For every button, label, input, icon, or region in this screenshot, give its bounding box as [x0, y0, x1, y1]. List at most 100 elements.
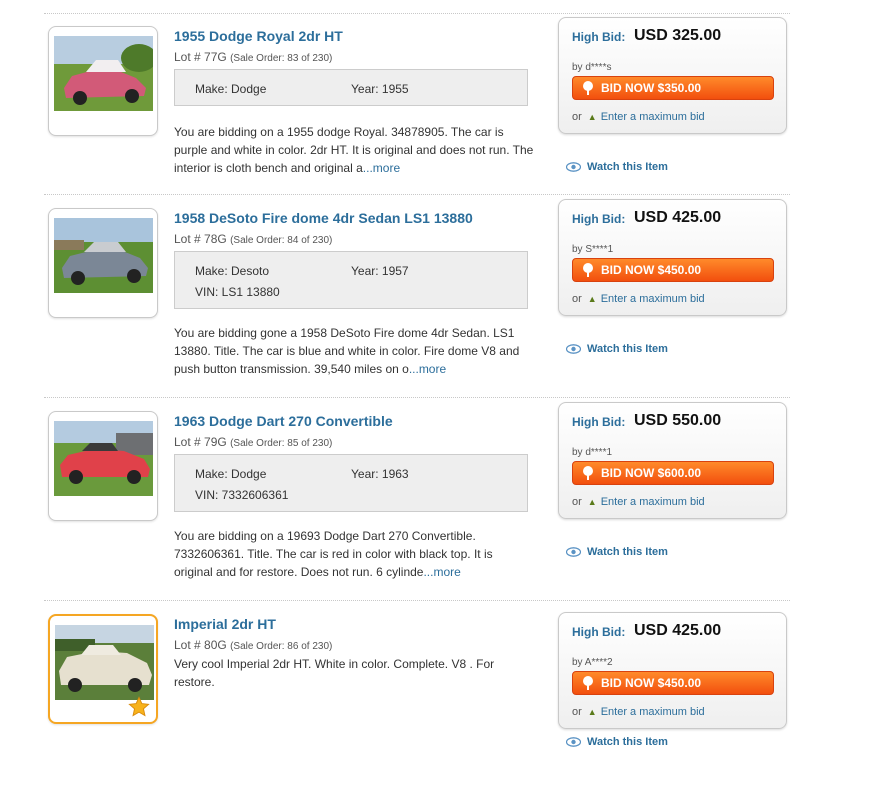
spec-box: Make: Dodge Year: 1963 VIN: 7332606361: [174, 454, 528, 512]
or-label: or: [572, 496, 582, 508]
watch-item-link[interactable]: Watch this Item: [566, 161, 668, 173]
eye-icon: [566, 162, 581, 172]
high-bidder: by d****1: [572, 447, 613, 458]
listing-title[interactable]: 1955 Dodge Royal 2dr HT: [174, 28, 343, 44]
spec-vin: VIN: 7332606361: [195, 488, 289, 502]
description-text: Very cool Imperial 2dr HT. White in colo…: [174, 657, 495, 689]
bid-panel: High Bid: USD 425.00 by A****2 BID NOW $…: [558, 612, 787, 729]
spec-make: Make: Desoto: [195, 264, 270, 278]
bid-now-button[interactable]: BID NOW $350.00: [572, 76, 774, 100]
max-bid-row: or ▲ Enter a maximum bid: [572, 496, 705, 508]
max-bid-link[interactable]: Enter a maximum bid: [601, 496, 705, 508]
spec-make: Make: Dodge: [195, 467, 267, 481]
or-label: or: [572, 111, 582, 123]
watch-item-link[interactable]: Watch this Item: [566, 343, 668, 355]
lot-number: Lot # 80G (Sale Order: 86 of 230): [174, 638, 332, 652]
more-link[interactable]: ...more: [363, 161, 400, 175]
listing-description: Very cool Imperial 2dr HT. White in colo…: [174, 655, 534, 691]
max-bid-link[interactable]: Enter a maximum bid: [601, 293, 705, 305]
pin-icon: [583, 466, 593, 480]
listing-title[interactable]: Imperial 2dr HT: [174, 616, 276, 632]
up-arrow-icon: ▲: [587, 707, 597, 717]
divider: [44, 397, 790, 398]
listing-title[interactable]: 1963 Dodge Dart 270 Convertible: [174, 413, 393, 429]
listing-description: You are bidding gone a 1958 DeSoto Fire …: [174, 324, 534, 378]
lot-label: Lot # 79G: [174, 435, 227, 449]
listing-item: 1963 Dodge Dart 270 Convertible Lot # 79…: [44, 399, 790, 590]
bid-now-label: BID NOW $350.00: [601, 81, 702, 95]
bid-now-button[interactable]: BID NOW $600.00: [572, 461, 774, 485]
bid-now-button[interactable]: BID NOW $450.00: [572, 671, 774, 695]
listing-description: You are bidding on a 1955 dodge Royal. 3…: [174, 123, 534, 177]
lot-label: Lot # 77G: [174, 50, 227, 64]
star-icon: [128, 696, 150, 717]
lot-number: Lot # 77G (Sale Order: 83 of 230): [174, 50, 332, 64]
watch-item-link[interactable]: Watch this Item: [566, 546, 668, 558]
sale-order: (Sale Order: 83 of 230): [230, 53, 333, 64]
description-text: You are bidding on a 1955 dodge Royal. 3…: [174, 125, 534, 175]
eye-icon: [566, 737, 581, 747]
listing-title[interactable]: 1958 DeSoto Fire dome 4dr Sedan LS1 1388…: [174, 210, 473, 226]
or-label: or: [572, 293, 582, 305]
spec-year: Year: 1963: [351, 467, 409, 481]
spec-box: Make: Desoto Year: 1957 VIN: LS1 13880: [174, 251, 528, 309]
bid-now-label: BID NOW $450.00: [601, 676, 702, 690]
max-bid-link[interactable]: Enter a maximum bid: [601, 706, 705, 718]
bid-panel: High Bid: USD 325.00 by d****s BID NOW $…: [558, 17, 787, 134]
high-bid-label: High Bid:: [572, 625, 626, 639]
car-photo: [54, 218, 153, 293]
listing-results: 1955 Dodge Royal 2dr HT Lot # 77G (Sale …: [44, 0, 790, 793]
high-bid-amount: USD 425.00: [634, 209, 722, 226]
max-bid-row: or ▲ Enter a maximum bid: [572, 111, 705, 123]
divider: [44, 194, 790, 195]
sale-order: (Sale Order: 85 of 230): [230, 438, 333, 449]
high-bid-label: High Bid:: [572, 415, 626, 429]
description-text: You are bidding gone a 1958 DeSoto Fire …: [174, 326, 520, 376]
watch-label: Watch this Item: [587, 736, 668, 748]
high-bid-label: High Bid:: [572, 212, 626, 226]
max-bid-link[interactable]: Enter a maximum bid: [601, 111, 705, 123]
sale-order: (Sale Order: 84 of 230): [230, 235, 333, 246]
lot-label: Lot # 78G: [174, 232, 227, 246]
high-bidder: by d****s: [572, 62, 612, 73]
bid-now-label: BID NOW $600.00: [601, 466, 702, 480]
car-photo: [54, 421, 153, 496]
spec-make: Make: Dodge: [195, 82, 267, 96]
high-bid-amount: USD 425.00: [634, 622, 722, 639]
listing-description: You are bidding on a 19693 Dodge Dart 27…: [174, 527, 534, 581]
more-link[interactable]: ...more: [409, 362, 446, 376]
bid-panel: High Bid: USD 550.00 by d****1 BID NOW $…: [558, 402, 787, 519]
lot-label: Lot # 80G: [174, 638, 227, 652]
listing-thumbnail[interactable]: [48, 614, 158, 724]
high-bidder: by S****1: [572, 244, 614, 255]
listing-thumbnail[interactable]: [48, 411, 158, 521]
divider: [44, 600, 790, 601]
or-label: or: [572, 706, 582, 718]
eye-icon: [566, 547, 581, 557]
listing-thumbnail[interactable]: [48, 26, 158, 136]
eye-icon: [566, 344, 581, 354]
pin-icon: [583, 81, 593, 95]
max-bid-row: or ▲ Enter a maximum bid: [572, 706, 705, 718]
listing-item: 1958 DeSoto Fire dome 4dr Sedan LS1 1388…: [44, 196, 790, 387]
high-bid-amount: USD 325.00: [634, 27, 722, 44]
pin-icon: [583, 263, 593, 277]
listing-item: 1955 Dodge Royal 2dr HT Lot # 77G (Sale …: [44, 14, 790, 205]
lot-number: Lot # 78G (Sale Order: 84 of 230): [174, 232, 332, 246]
watch-item-link[interactable]: Watch this Item: [566, 736, 668, 748]
high-bid-label: High Bid:: [572, 30, 626, 44]
high-bid-amount: USD 550.00: [634, 412, 722, 429]
more-link[interactable]: ...more: [423, 565, 460, 579]
bid-now-button[interactable]: BID NOW $450.00: [572, 258, 774, 282]
max-bid-row: or ▲ Enter a maximum bid: [572, 293, 705, 305]
lot-number: Lot # 79G (Sale Order: 85 of 230): [174, 435, 332, 449]
sale-order: (Sale Order: 86 of 230): [230, 641, 333, 652]
spec-year: Year: 1955: [351, 82, 409, 96]
bid-now-label: BID NOW $450.00: [601, 263, 702, 277]
spec-vin: VIN: LS1 13880: [195, 285, 280, 299]
car-photo: [55, 625, 154, 700]
listing-thumbnail[interactable]: [48, 208, 158, 318]
high-bidder: by A****2: [572, 657, 613, 668]
listing-item: Imperial 2dr HT Lot # 80G (Sale Order: 8…: [44, 602, 790, 793]
bid-panel: High Bid: USD 425.00 by S****1 BID NOW $…: [558, 199, 787, 316]
